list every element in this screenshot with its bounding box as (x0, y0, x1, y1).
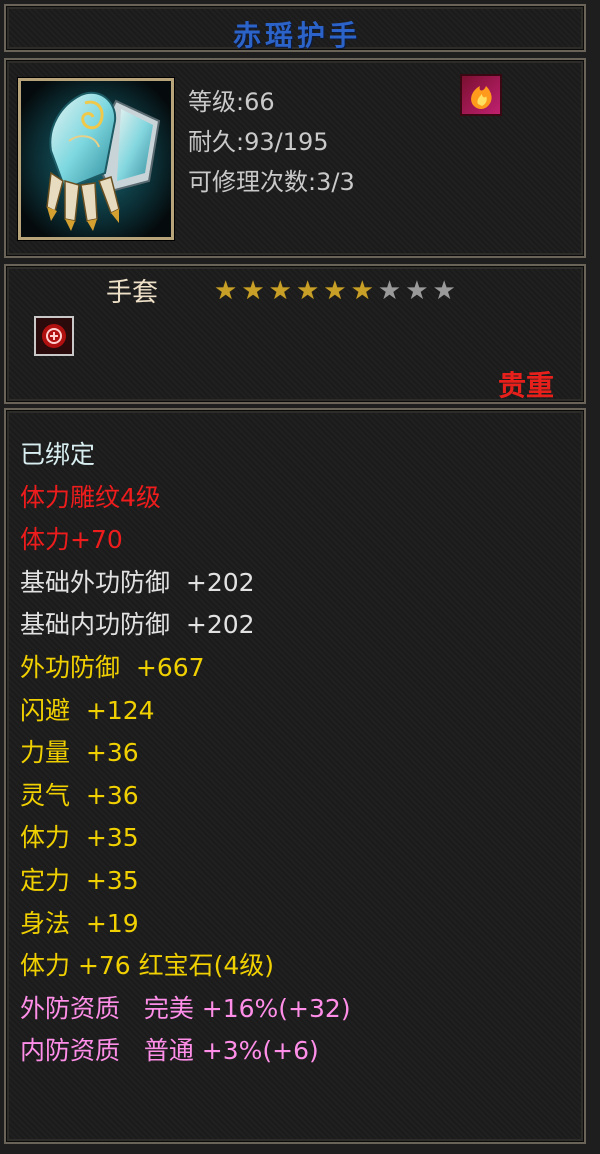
star-filled-icon: ★ (268, 276, 292, 306)
attribute-line: 灵气 +36 (20, 780, 139, 810)
star-filled-icon: ★ (323, 276, 347, 306)
item-header: 等级:66 耐久:93/195 可修理次数:3/3 (4, 58, 586, 258)
attributes-panel: 已绑定体力雕纹4级 体力+70 基础外功防御 +202 基础内功防御 +202 外功防御… (4, 408, 586, 1144)
star-empty-icon: ★ (377, 276, 402, 306)
attribute-line: 内防资质 普通 +3%(+6) (20, 1036, 319, 1066)
attribute-line: 闪避 +124 (20, 695, 155, 725)
star-empty-icon: ★ (405, 276, 429, 306)
star-rating: ★ ★ ★ ★ ★ ★ ★ ★ ★ (214, 278, 456, 304)
attribute-line: 身法 +19 (20, 908, 139, 938)
star-empty-icon: ★ (432, 276, 456, 306)
attribute-line: 体力雕纹4级 (20, 482, 161, 512)
star-filled-icon: ★ (295, 276, 320, 306)
repair-count-line: 可修理次数:3/3 (188, 168, 355, 196)
attribute-line: 体力+70 (20, 525, 123, 555)
item-name: 赤瑶护手 (232, 19, 361, 52)
durability-line: 耐久:93/195 (188, 128, 329, 156)
attribute-line: 已绑定 (20, 440, 96, 469)
attribute-line: 体力 +76 红宝石(4级) (20, 951, 275, 981)
attribute-line: 基础外功防御 +202 (20, 567, 255, 597)
attribute-line: 基础内功防御 +202 (20, 610, 255, 640)
star-filled-icon: ★ (241, 276, 265, 306)
rarity-label: 贵重 (497, 369, 554, 402)
attribute-line: 体力 +35 (20, 823, 139, 853)
item-icon-frame (18, 78, 174, 240)
level-line: 等级:66 (188, 88, 275, 116)
attribute-line: 力量 +36 (20, 738, 139, 768)
item-tooltip: 赤瑶护手 等级:66 耐久:93/195 可修理次数:3/3 手套 ★ ★ ★ … (0, 0, 600, 1154)
type-section: 手套 ★ ★ ★ ★ ★ ★ ★ ★ ★ 贵重 (4, 264, 586, 404)
star-filled-icon: ★ (214, 276, 238, 306)
flame-icon (460, 74, 502, 116)
seal-icon (34, 316, 74, 356)
attribute-list: 已绑定体力雕纹4级 体力+70 基础外功防御 +202 基础内功防御 +202 外功防御… (20, 434, 351, 1073)
attribute-line: 外功防御 +667 (20, 652, 205, 682)
glove-icon (21, 81, 171, 237)
equipment-type-label: 手套 (106, 278, 159, 308)
star-filled-icon: ★ (350, 276, 374, 306)
attribute-line: 外防资质 完美 +16%(+32) (20, 993, 351, 1023)
title-bar: 赤瑶护手 (4, 4, 586, 52)
attribute-line: 定力 +35 (20, 865, 139, 895)
